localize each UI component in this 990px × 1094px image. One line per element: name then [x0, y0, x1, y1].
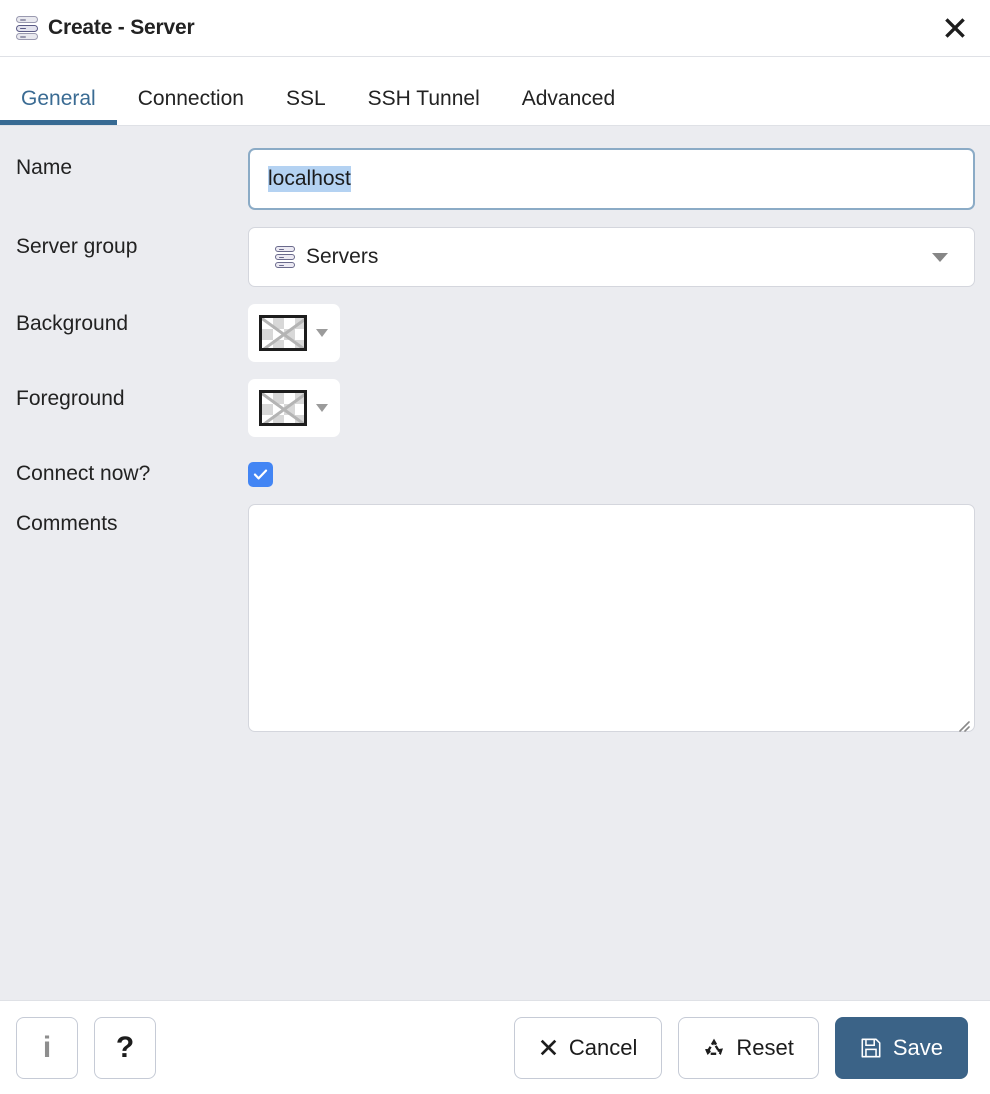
background-label: Background [16, 312, 129, 335]
close-dialog-button[interactable] [938, 11, 972, 45]
dialog-footer: i ? Cancel Reset Save [0, 1000, 990, 1094]
question-mark-icon: ? [115, 1030, 135, 1064]
tab-advanced[interactable]: Advanced [501, 88, 636, 125]
name-control: localhost [248, 148, 975, 210]
server-group-label: Server group [16, 235, 138, 258]
foreground-control [248, 379, 975, 437]
name-input[interactable]: localhost [248, 148, 975, 210]
chevron-down-icon [316, 329, 328, 337]
connect-now-label: Connect now? [16, 462, 151, 485]
close-icon [943, 16, 967, 40]
info-icon: i [42, 1030, 52, 1064]
field-row-name: Name localhost [16, 148, 975, 210]
comments-label: Comments [16, 512, 118, 535]
connect-now-control [248, 454, 975, 487]
background-control [248, 304, 975, 362]
field-row-comments: Comments [16, 504, 975, 737]
general-tab-panel: Name localhost Server group Servers Back… [0, 126, 990, 1000]
info-button[interactable]: i [16, 1016, 78, 1079]
server-group-select[interactable]: Servers [248, 227, 975, 287]
save-button[interactable]: Save [834, 1016, 968, 1079]
floppy-disk-icon [860, 1037, 882, 1059]
dialog-titlebar: Create - Server [0, 0, 990, 57]
name-label: Name [16, 156, 73, 179]
recycle-icon [703, 1037, 725, 1059]
reset-button-label: Reset [736, 1034, 794, 1060]
foreground-label: Foreground [16, 387, 125, 410]
field-row-foreground: Foreground [16, 379, 975, 437]
tab-ssh-tunnel[interactable]: SSH Tunnel [347, 88, 501, 125]
server-stack-icon [16, 16, 38, 40]
dialog-title: Create - Server [48, 16, 195, 39]
tab-ssl[interactable]: SSL [265, 88, 347, 125]
foreground-color-swatch [259, 390, 307, 426]
server-stack-icon [275, 246, 295, 268]
save-button-label: Save [892, 1034, 943, 1060]
chevron-down-icon [932, 252, 948, 262]
foreground-color-picker[interactable] [248, 379, 340, 437]
comments-textarea[interactable] [248, 504, 975, 732]
field-row-server-group: Server group Servers [16, 227, 975, 287]
close-x-icon [539, 1038, 558, 1057]
checkmark-icon [252, 466, 269, 483]
field-row-background: Background [16, 304, 975, 362]
create-server-dialog: Create - Server General Connection SSL S… [0, 0, 990, 1094]
chevron-down-icon [316, 404, 328, 412]
dialog-tabs: General Connection SSL SSH Tunnel Advanc… [0, 57, 990, 126]
name-input-value: localhost [268, 166, 351, 192]
tab-general[interactable]: General [0, 88, 117, 125]
background-color-swatch [259, 315, 307, 351]
cancel-button[interactable]: Cancel [513, 1016, 663, 1079]
connect-now-checkbox[interactable] [248, 462, 273, 487]
help-button[interactable]: ? [94, 1016, 156, 1079]
tab-connection[interactable]: Connection [117, 88, 265, 125]
server-group-selected-value: Servers [306, 245, 379, 268]
field-row-connect-now: Connect now? [16, 454, 975, 487]
reset-button[interactable]: Reset [678, 1016, 819, 1079]
cancel-button-label: Cancel [568, 1034, 638, 1060]
comments-control [248, 504, 975, 737]
background-color-picker[interactable] [248, 304, 340, 362]
server-group-control: Servers [248, 227, 975, 287]
